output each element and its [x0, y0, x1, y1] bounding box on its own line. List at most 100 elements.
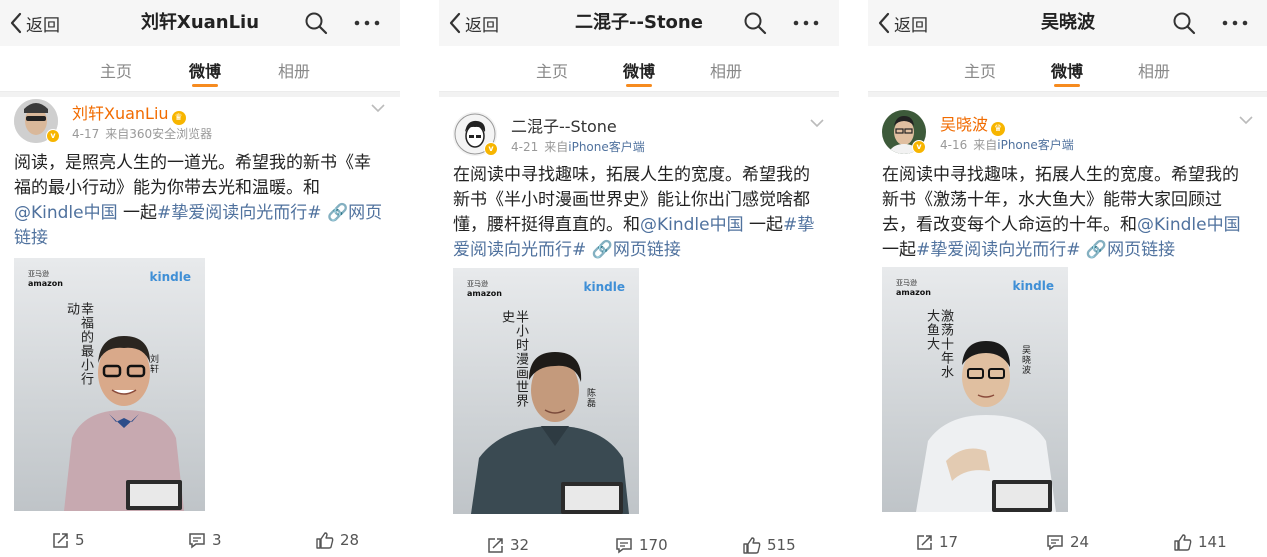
kindle-logo: kindle: [1012, 279, 1054, 293]
chevron-left-icon: [878, 12, 890, 34]
author-name[interactable]: 二混子--Stone: [511, 113, 617, 137]
post-meta: 4-16 来自iPhone客户端: [940, 136, 1074, 153]
post-actions: 5 3 28: [0, 531, 400, 557]
post-image[interactable]: 亚马逊 amazon kindle 激荡十年水大鱼大 吴晓波: [882, 267, 1068, 512]
active-tab-indicator: [626, 84, 652, 87]
vip-crown-icon: ♛: [171, 111, 186, 125]
search-icon[interactable]: [1172, 11, 1196, 35]
back-label: 返回: [26, 15, 60, 36]
tab-album[interactable]: 相册: [1138, 58, 1170, 82]
verified-badge-icon: v: [912, 140, 926, 154]
comment-icon: [189, 532, 205, 548]
kindle-logo: kindle: [149, 270, 191, 284]
post-actions: 32 170 515: [439, 536, 839, 557]
profile-tabs: 主页 微博 相册: [868, 46, 1267, 92]
profile-tabs: 主页 微博 相册: [439, 46, 839, 92]
more-icon[interactable]: [354, 14, 380, 32]
profile-tabs: 主页 微博 相册: [0, 46, 400, 92]
comment-icon: [616, 537, 632, 553]
post-date: 4-17: [72, 127, 100, 141]
web-link[interactable]: 🔗网页链接: [592, 240, 681, 260]
amazon-logo: 亚马逊 amazon: [467, 280, 502, 298]
top-nav-bar: 返回 吴晓波: [868, 0, 1267, 46]
mention-link[interactable]: @Kindle中国: [1137, 215, 1241, 235]
like-button[interactable]: 515: [743, 536, 796, 554]
amazon-logo: 亚马逊 amazon: [896, 279, 931, 297]
vip-crown-icon: ♛: [991, 122, 1006, 136]
back-button[interactable]: 返回: [10, 10, 60, 36]
comment-button[interactable]: 24: [1046, 533, 1089, 551]
tab-weibo[interactable]: 微博: [623, 58, 655, 82]
author-name[interactable]: 吴晓波 ♛: [940, 111, 1006, 136]
back-button[interactable]: 返回: [449, 10, 499, 36]
thumbs-up-icon: [316, 531, 334, 549]
repost-button[interactable]: 32: [487, 536, 529, 554]
back-button[interactable]: 返回: [878, 10, 928, 36]
page-title: 刘轩XuanLiu: [140, 12, 260, 33]
post-image[interactable]: 亚马逊 amazon kindle 幸福的最小行动 刘轩: [14, 258, 205, 511]
post-source-link[interactable]: iPhone客户端: [997, 138, 1074, 152]
back-label: 返回: [465, 15, 499, 36]
page-title: 二混子--Stone: [575, 12, 703, 33]
author-name[interactable]: 刘轩XuanLiu ♛: [72, 100, 186, 125]
post-actions: 17 24 141: [868, 533, 1267, 557]
tab-album[interactable]: 相册: [278, 58, 310, 82]
chevron-left-icon: [449, 12, 461, 34]
tab-weibo[interactable]: 微博: [189, 58, 221, 82]
post-text: 阅读，是照亮人生的一道光。希望我的新书《幸福的最小行动》能为你带去光和温暖。和@…: [14, 153, 383, 248]
search-icon[interactable]: [743, 11, 767, 35]
comment-button[interactable]: 170: [615, 536, 668, 554]
kindle-device-image: [126, 480, 182, 510]
tab-home[interactable]: 主页: [964, 58, 996, 82]
mention-link[interactable]: @Kindle中国: [640, 215, 744, 235]
kindle-device-image: [992, 480, 1052, 512]
more-icon[interactable]: [793, 14, 819, 32]
comment-button[interactable]: 3: [188, 531, 222, 549]
weibo-panel-3: 返回 吴晓波 主页 微博 相册 v 吴晓波 ♛ 4-16 来自iPhone客户端 在…: [868, 0, 1267, 557]
post-source: 来自: [544, 140, 569, 154]
post-meta: 4-21 来自iPhone客户端: [511, 138, 645, 155]
comment-icon: [1047, 534, 1063, 550]
page-title: 吴晓波: [1041, 12, 1095, 33]
amazon-logo: 亚马逊 amazon: [28, 270, 63, 288]
chevron-down-icon[interactable]: [1238, 115, 1254, 125]
web-link[interactable]: 🔗网页链接: [1086, 240, 1175, 260]
tab-home[interactable]: 主页: [536, 58, 568, 82]
verified-badge-icon: v: [484, 142, 498, 156]
chevron-down-icon[interactable]: [809, 118, 825, 128]
repost-button[interactable]: 17: [916, 533, 958, 551]
top-nav-bar: 返回 二混子--Stone: [439, 0, 839, 46]
top-nav-bar: 返回 刘轩XuanLiu: [0, 0, 400, 46]
hashtag-link[interactable]: #挚爱阅读向光而行#: [157, 203, 322, 223]
post-source: 来自360安全浏览器: [105, 127, 213, 141]
like-button[interactable]: 28: [316, 531, 359, 549]
kindle-logo: kindle: [583, 280, 625, 294]
repost-icon: [488, 537, 503, 553]
active-tab-indicator: [1054, 84, 1080, 87]
post-source-link[interactable]: iPhone客户端: [568, 140, 645, 154]
repost-button[interactable]: 5: [52, 531, 85, 549]
hashtag-link[interactable]: #挚爱阅读向光而行#: [916, 240, 1081, 260]
section-divider: [868, 92, 1267, 97]
post-text: 在阅读中寻找趣味，拓展人生的宽度。希望我的新书《半小时漫画世界史》能让你出门感觉…: [453, 165, 815, 260]
mention-link[interactable]: @Kindle中国: [14, 203, 118, 223]
more-icon[interactable]: [1222, 14, 1248, 32]
search-icon[interactable]: [304, 11, 328, 35]
weibo-panel-1: 返回 刘轩XuanLiu 主页 微博 相册 v 刘轩XuanLiu ♛ 4-17 来…: [0, 0, 400, 557]
post-image[interactable]: 亚马逊 amazon kindle 半小时漫画世界史 陈磊: [453, 268, 639, 514]
back-label: 返回: [894, 15, 928, 36]
verified-badge-icon: v: [46, 129, 60, 143]
tab-weibo[interactable]: 微博: [1051, 58, 1083, 82]
post-meta: 4-17 来自360安全浏览器: [72, 125, 212, 142]
post-date: 4-16: [940, 138, 968, 152]
tab-home[interactable]: 主页: [100, 58, 132, 82]
repost-icon: [917, 534, 932, 550]
active-tab-indicator: [192, 84, 218, 87]
tab-album[interactable]: 相册: [710, 58, 742, 82]
kindle-device-image: [561, 482, 623, 514]
chevron-down-icon[interactable]: [370, 103, 386, 113]
repost-icon: [53, 532, 68, 548]
thumbs-up-icon: [743, 536, 761, 554]
like-button[interactable]: 141: [1174, 533, 1227, 551]
chevron-left-icon: [10, 12, 22, 34]
